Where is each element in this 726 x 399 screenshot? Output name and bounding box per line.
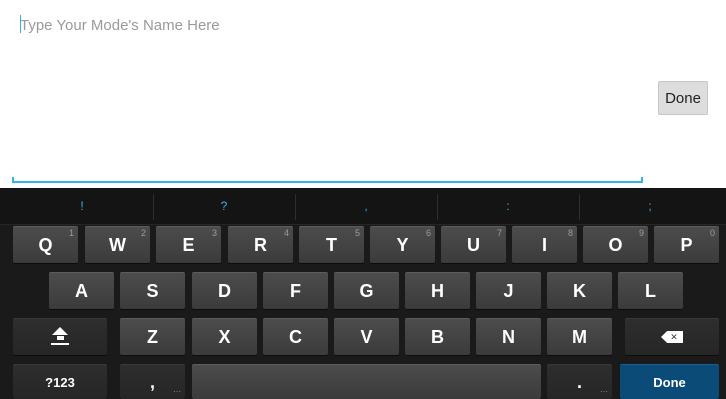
key-w[interactable]: W2 <box>85 226 150 263</box>
key-y[interactable]: Y6 <box>370 226 435 263</box>
key-label: I <box>541 234 547 255</box>
key-k[interactable]: K <box>547 272 612 309</box>
done-button[interactable]: Done <box>658 81 708 115</box>
backspace-icon: ✕ <box>661 331 683 343</box>
key-label: Q <box>38 234 53 255</box>
mode-name-input[interactable] <box>20 12 642 38</box>
key-t[interactable]: T5 <box>299 226 364 263</box>
key-s[interactable]: S <box>120 272 185 309</box>
suggestion-strip: ! ? , : ; <box>0 188 726 225</box>
key-o[interactable]: O9 <box>583 226 648 263</box>
key-label: Y <box>396 234 409 255</box>
key-a[interactable]: A <box>49 272 114 309</box>
suggestion-question[interactable]: ? <box>154 188 294 224</box>
key-label: E <box>182 234 195 255</box>
key-j[interactable]: J <box>476 272 541 309</box>
key-u[interactable]: U7 <box>441 226 506 263</box>
comma-key[interactable]: , ⋯ <box>120 364 185 399</box>
key-r[interactable]: R4 <box>228 226 293 263</box>
key-hint: 1 <box>68 228 74 238</box>
more-keys-indicator: ⋯ <box>173 387 181 396</box>
symbols-key[interactable]: ?123 <box>13 364 107 399</box>
key-n[interactable]: N <box>476 318 541 355</box>
key-label: T <box>326 234 337 255</box>
space-key[interactable] <box>192 364 541 399</box>
key-p[interactable]: P0 <box>654 226 719 263</box>
suggestion-colon[interactable]: : <box>438 188 578 224</box>
key-hint: 7 <box>496 228 502 238</box>
suggestion-exclamation[interactable]: ! <box>12 188 152 224</box>
period-key[interactable]: . ⋯ <box>547 364 612 399</box>
key-hint: 3 <box>211 228 217 238</box>
key-hint: 2 <box>140 228 146 238</box>
text-cursor <box>20 15 21 33</box>
key-b[interactable]: B <box>405 318 470 355</box>
key-z[interactable]: Z <box>120 318 185 355</box>
key-label: P <box>680 234 693 255</box>
key-hint: 0 <box>709 228 715 238</box>
key-label: O <box>608 234 623 255</box>
key-hint: 5 <box>354 228 360 238</box>
key-label: R <box>254 234 267 255</box>
key-c[interactable]: C <box>263 318 328 355</box>
key-label: W <box>109 234 126 255</box>
input-underline <box>12 177 643 183</box>
key-label: . <box>576 371 582 392</box>
key-hint: 4 <box>283 228 289 238</box>
key-label: U <box>467 234 480 255</box>
text-entry-area: Done <box>0 0 726 188</box>
suggestion-comma[interactable]: , <box>296 188 436 224</box>
key-h[interactable]: H <box>405 272 470 309</box>
key-q[interactable]: Q1 <box>13 226 78 263</box>
key-x[interactable]: X <box>192 318 257 355</box>
key-label: , <box>149 371 155 392</box>
backspace-key[interactable]: ✕ <box>625 318 719 355</box>
key-i[interactable]: I8 <box>512 226 577 263</box>
key-m[interactable]: M <box>547 318 612 355</box>
key-hint: 8 <box>567 228 573 238</box>
soft-keyboard: ! ? , : ; Q1 W2 E3 R4 T5 Y6 U7 I8 O9 P0 … <box>0 188 726 399</box>
key-v[interactable]: V <box>334 318 399 355</box>
key-hint: 6 <box>425 228 431 238</box>
key-d[interactable]: D <box>192 272 257 309</box>
key-hint: 9 <box>638 228 644 238</box>
keyboard-done-key[interactable]: Done <box>620 364 719 399</box>
key-e[interactable]: E3 <box>156 226 221 263</box>
key-g[interactable]: G <box>334 272 399 309</box>
key-f[interactable]: F <box>263 272 328 309</box>
shift-icon <box>51 327 69 345</box>
more-keys-indicator: ⋯ <box>600 387 608 396</box>
shift-key[interactable] <box>13 318 107 355</box>
key-l[interactable]: L <box>618 272 683 309</box>
suggestion-semicolon[interactable]: ; <box>580 188 720 224</box>
